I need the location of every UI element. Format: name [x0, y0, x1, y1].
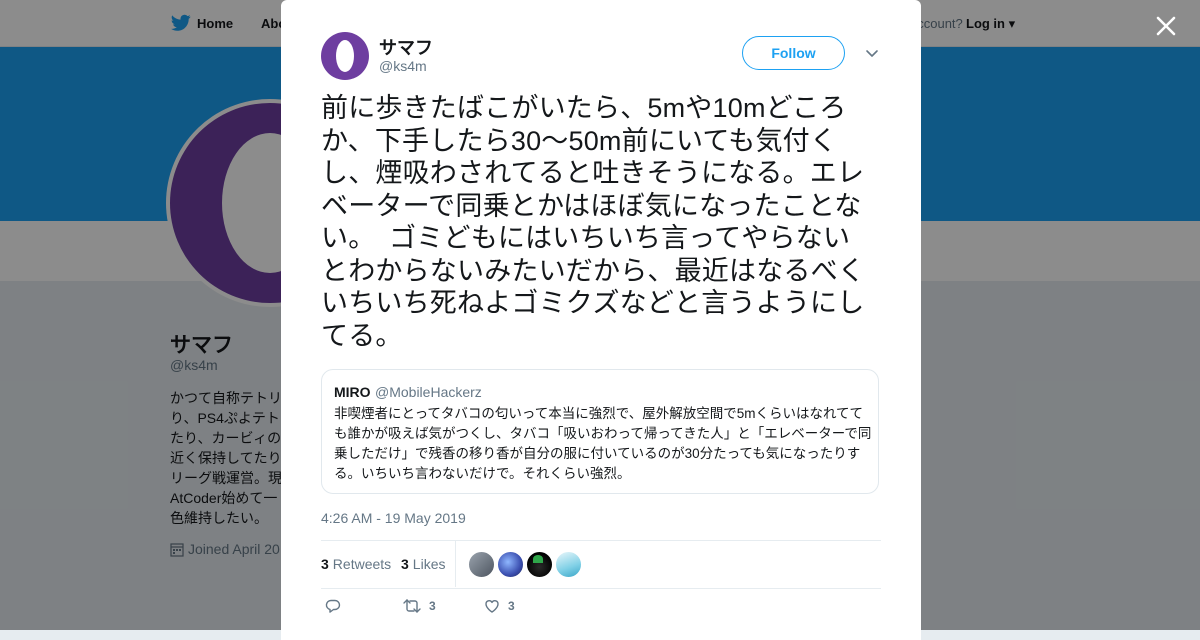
quoted-tweet[interactable]: MIRO @MobileHackerz 非喫煙者にとってタバコの匂いって本当に強… — [321, 369, 879, 494]
avatar-hole — [336, 40, 354, 72]
stats-divider — [455, 541, 456, 587]
tweet-author-name[interactable]: サマフ — [379, 34, 433, 60]
tweet-author-handle[interactable]: @ks4m — [379, 58, 427, 74]
retweets-count: 3 — [321, 556, 329, 572]
retweets-label: Retweets — [332, 556, 392, 572]
liker-avatar[interactable] — [526, 551, 553, 578]
like-action-count: 3 — [508, 599, 515, 613]
close-icon[interactable] — [1152, 12, 1180, 40]
retweet-icon — [403, 599, 421, 613]
quoted-author-name: MIRO — [334, 384, 371, 400]
quoted-tweet-text: 非喫煙者にとってタバコの匂いって本当に強烈で、屋外解放空間で5mくらいはなれてて… — [334, 406, 872, 481]
tweet-modal: サマフ @ks4m Follow 前に歩きたばこがいたら、5mや10mどころか、… — [281, 0, 921, 640]
reply-icon — [325, 599, 341, 613]
tweet-text: 前に歩きたばこがいたら、5mや10mどころか、下手したら30～50m前にいても気… — [321, 93, 865, 351]
retweet-action-count: 3 — [429, 599, 436, 613]
tweet-stats: 3 Retweets 3 Likes — [321, 540, 881, 589]
retweets-stat[interactable]: 3 Retweets — [321, 556, 391, 572]
likes-count: 3 — [401, 556, 409, 572]
like-button[interactable]: 3 — [484, 598, 515, 618]
liker-avatar[interactable] — [497, 551, 524, 578]
likes-label: Likes — [412, 556, 446, 572]
liker-avatar[interactable] — [555, 551, 582, 578]
tweet-author-avatar[interactable] — [321, 32, 369, 80]
quoted-author-handle: @MobileHackerz — [375, 384, 482, 400]
reply-button[interactable] — [325, 598, 341, 618]
liker-avatar[interactable] — [468, 551, 495, 578]
likes-stat[interactable]: 3 Likes — [401, 556, 445, 572]
tweet-actions: 3 3 — [321, 598, 881, 622]
chevron-down-icon[interactable] — [865, 48, 879, 60]
follow-button[interactable]: Follow — [742, 36, 845, 70]
heart-icon — [485, 600, 499, 613]
liker-avatar-detail — [533, 555, 543, 563]
retweet-button[interactable]: 3 — [403, 598, 436, 618]
tweet-timestamp[interactable]: 4:26 AM - 19 May 2019 — [321, 510, 466, 526]
